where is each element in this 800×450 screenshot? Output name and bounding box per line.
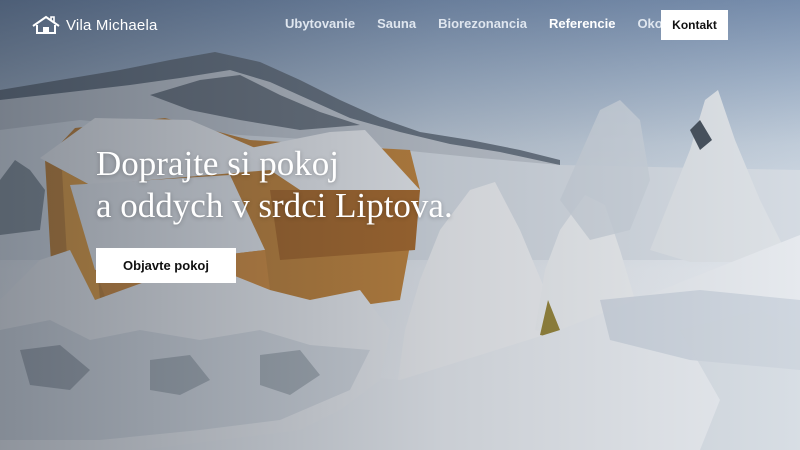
nav-item-referencie[interactable]: Referencie — [549, 16, 615, 31]
brand-logo[interactable]: Vila Michaela — [32, 14, 158, 36]
hero-headline: Doprajte si pokoj a oddych v srdci Lipto… — [96, 143, 453, 227]
house-logo-icon — [32, 15, 60, 34]
nav-item-biorezonancia[interactable]: Biorezonancia — [438, 16, 527, 31]
hero-headline-line-2: a oddych v srdci Liptova. — [96, 186, 453, 225]
nav-item-sauna[interactable]: Sauna — [377, 16, 416, 31]
main-menu: Ubytovanie Sauna Biorezonancia Referenci… — [285, 16, 677, 31]
nav-item-ubytovanie[interactable]: Ubytovanie — [285, 16, 355, 31]
hero-headline-line-1: Doprajte si pokoj — [96, 144, 340, 183]
brand-name: Vila Michaela — [66, 16, 158, 34]
discover-peace-button[interactable]: Objavte pokoj — [96, 248, 236, 283]
contact-button[interactable]: Kontakt — [661, 10, 728, 40]
top-navigation: Vila Michaela Ubytovanie Sauna Biorezona… — [0, 0, 800, 50]
